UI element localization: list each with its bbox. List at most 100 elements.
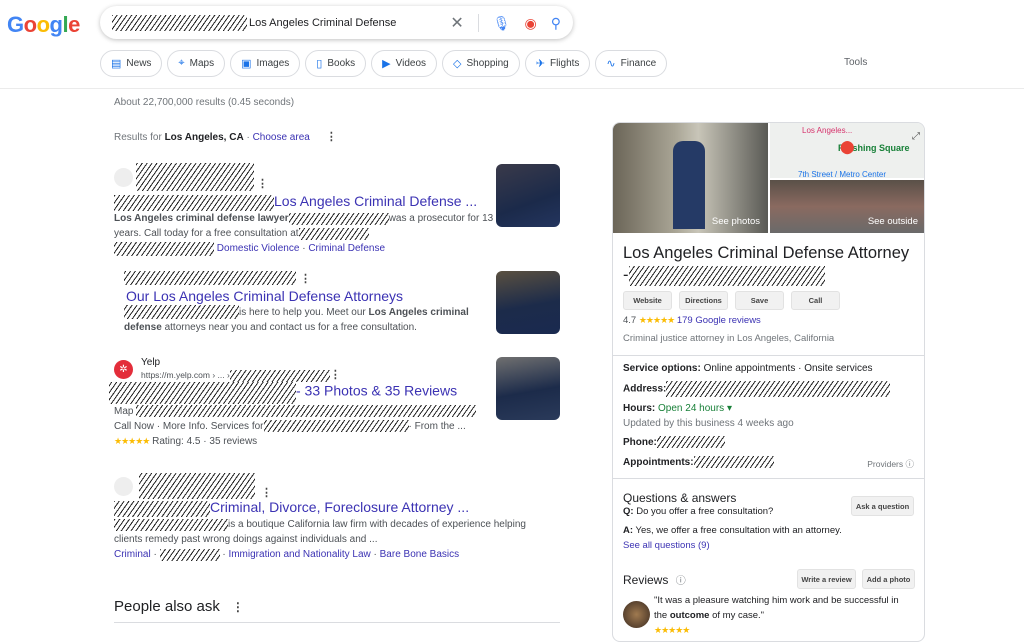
ask-question-button[interactable]: Ask a question [851,496,914,516]
hours-value[interactable]: Open 24 hours ▾ [655,403,732,414]
result-thumbnail[interactable] [496,271,560,334]
favicon [114,476,133,496]
google-logo[interactable]: Google [7,12,80,38]
expand-icon[interactable]: ⤢ [912,131,920,142]
news-icon: ▤ [111,58,122,70]
search-result: ✲ Yelp https://m.yelp.com › ... › ⋮ - 33 P… [109,357,494,449]
map-label: 7th Street / Metro Center [798,170,887,179]
search-icon[interactable]: ⚲ [551,15,561,32]
reviews-title: Reviews [623,573,669,587]
see-all-questions-link[interactable]: See all questions (9) [623,540,710,551]
address: Address: [623,381,891,397]
map-image[interactable]: Los Angeles... Pershing Square ⬤ 7th Str… [770,123,924,179]
redacted [114,241,214,256]
redacted [139,473,255,499]
result-thumbnail[interactable] [496,357,560,420]
question: Do you offer a free consultation? [633,506,774,517]
street-view-image[interactable]: See outside [770,180,924,233]
snippet-bold: defense [124,322,162,333]
redacted [693,456,774,469]
tab-videos[interactable]: ▶ Videos [371,50,438,77]
site-name: Yelp [141,357,161,368]
tab-label: Flights [549,58,580,69]
label: Address: [623,383,667,395]
see-photos-label[interactable]: See photos [712,216,760,227]
sitelink[interactable]: Bare Bone Basics [380,549,460,560]
redacted [288,212,389,225]
search-tabs: ▤ News ⌖ Maps ▣ Images ▯ Books ▶ Videos ◇ Shopping ✈… [100,50,668,77]
more-icon[interactable]: ⋮ [257,177,268,190]
location: Los Angeles, CA [164,132,244,143]
label: Appointments: [623,457,694,468]
divider [114,622,560,623]
more-icon[interactable]: ⋮ [261,486,272,499]
appointments: Appointments: [623,456,774,470]
favicon [114,167,133,187]
redacted [124,305,239,320]
microphone-icon[interactable]: 🎙 [493,15,511,32]
shopping-icon: ◇ [453,58,462,70]
camera-icon[interactable]: ◉ [525,15,537,32]
result-snippet: is a boutique California law firm with d… [114,518,526,561]
results-for: Results for Los Angeles, CA · Choose are… [114,130,337,143]
result-title-link[interactable]: - 33 Photos & 35 Reviews [296,382,457,398]
images-icon: ▣ [241,58,252,70]
google-reviews-link[interactable]: 179 Google reviews [677,315,761,326]
redacted [628,265,825,286]
answer: Yes, we offer a free consultation with a… [633,525,842,536]
tab-news[interactable]: ▤ News [100,50,163,77]
more-icon[interactable]: ⋮ [232,600,244,614]
result-thumbnail[interactable] [496,164,560,227]
maps-icon: ⌖ [178,57,185,69]
result-snippet: Map Call Now · More Info. Services for · … [114,404,494,449]
rating-text: Rating: 4.5 · 35 reviews [152,435,258,447]
call-button[interactable]: Call [791,291,840,310]
providers-info[interactable]: Providers ⓘ [867,458,914,470]
snippet-text: is a boutique California law firm with d… [228,519,526,531]
add-photo-button[interactable]: Add a photo [862,569,915,589]
info-icon[interactable]: ⓘ [676,576,686,587]
sitelink[interactable]: Criminal [114,549,151,560]
snippet-text: Call Now · More Info. Services for [114,420,264,432]
tab-flights[interactable]: ✈ Flights [524,50,591,77]
paa-title: People also ask [114,598,220,615]
result-title-link[interactable]: Criminal, Divorce, Foreclosure Attorney … [210,499,469,515]
result-title-link[interactable]: Los Angeles Criminal Defense ... [274,193,477,209]
more-icon[interactable]: ⋮ [330,369,341,381]
qa-heading: Questions & answers [623,491,737,505]
more-icon[interactable]: ⋮ [300,272,311,285]
tab-maps[interactable]: ⌖ Maps [167,50,226,77]
choose-area-link[interactable]: Choose area [253,132,310,143]
result-url: https://m.yelp.com › ... › [141,370,230,380]
see-outside-label[interactable]: See outside [868,216,918,227]
search-input[interactable]: Los Angeles Criminal Defense ✕ 🎙 ◉ ⚲ [100,6,573,39]
label: Service options: [623,363,701,374]
divider [0,88,1024,89]
tab-books[interactable]: ▯ Books [305,50,367,77]
snippet-bold: Los Angeles criminal defense lawyer [114,213,289,225]
tab-label: Books [327,58,356,69]
sitelink[interactable]: Domestic Violence [217,243,300,254]
tab-images[interactable]: ▣ Images [230,50,301,77]
result-title-link[interactable]: Our Los Angeles Criminal Defense Attorne… [126,288,494,304]
tab-finance[interactable]: ∿ Finance [595,50,668,77]
finance-icon: ∿ [606,58,616,70]
review-text: "It was a pleasure watching him work and… [654,595,899,606]
search-query: Los Angeles Criminal Defense [249,16,397,29]
result-snippet: is here to help you. Meet our Los Angele… [124,305,494,335]
snippet-text: Map [114,405,134,417]
rating-value: 4.7 [623,315,637,326]
save-button[interactable]: Save [735,291,784,310]
sitelink[interactable]: Criminal Defense [308,243,385,254]
write-review-button[interactable]: Write a review [797,569,856,589]
directions-button[interactable]: Directions [679,291,728,310]
clear-icon[interactable]: ✕ [450,13,463,33]
tools-button[interactable]: Tools [844,57,867,68]
photos-image[interactable]: See photos [613,123,768,233]
more-icon[interactable]: ⋮ [326,131,337,143]
website-button[interactable]: Website [623,291,672,310]
sitelink[interactable]: Immigration and Nationality Law [228,549,370,560]
hours[interactable]: Hours: Open 24 hours ▾ [623,402,732,416]
tab-shopping[interactable]: ◇ Shopping [442,50,520,77]
snippet-text: was a prosecutor for 13 [388,213,494,225]
